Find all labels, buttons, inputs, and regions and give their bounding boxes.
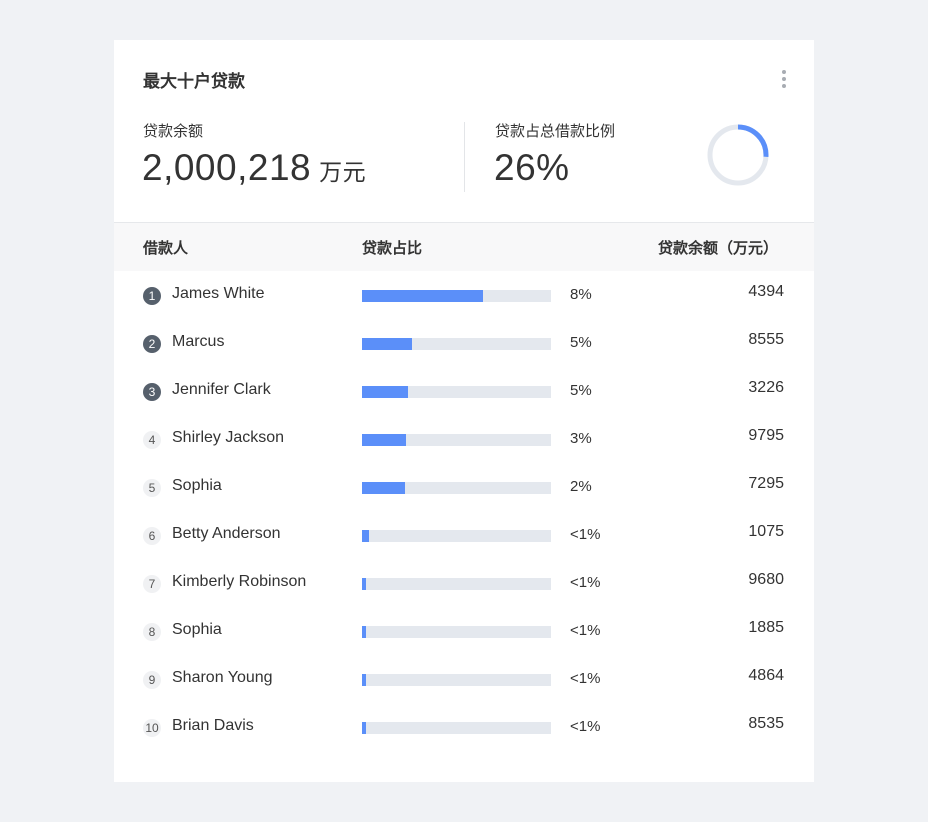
borrower-name: Shirley Jackson <box>172 429 285 446</box>
share-percent: 3% <box>570 430 592 447</box>
balance-label: 贷款余额 <box>143 123 204 140</box>
loan-amount: 7295 <box>748 475 784 492</box>
borrower-name: Kimberly Robinson <box>172 573 307 590</box>
ratio-donut-chart <box>707 124 769 186</box>
share-bar-track <box>362 626 551 638</box>
borrower-name: Sharon Young <box>172 669 273 686</box>
borrower-name: Sophia <box>172 477 222 494</box>
loan-amount: 9680 <box>748 571 784 588</box>
share-bar-fill <box>362 578 366 590</box>
share-bar-track <box>362 530 551 542</box>
rank-badge: 4 <box>143 431 161 449</box>
table-row: 10 Brian Davis <1% 8535 <box>114 703 814 751</box>
table-header: 借款人 贷款占比 贷款余额（万元） <box>114 222 814 271</box>
borrower-name: Marcus <box>172 333 225 350</box>
loan-amount: 8535 <box>748 715 784 732</box>
loan-amount: 3226 <box>748 379 784 396</box>
borrower-name: Sophia <box>172 621 222 638</box>
share-percent: 5% <box>570 334 592 351</box>
share-bar-fill <box>362 290 483 302</box>
table-row: 8 Sophia <1% 1885 <box>114 607 814 655</box>
share-percent: <1% <box>570 526 601 543</box>
share-percent: 2% <box>570 478 592 495</box>
share-percent: <1% <box>570 622 601 639</box>
more-vertical-icon[interactable] <box>780 68 788 90</box>
share-bar-track <box>362 434 551 446</box>
share-bar-fill <box>362 386 409 398</box>
share-percent: <1% <box>570 574 601 591</box>
share-percent: 5% <box>570 382 592 399</box>
header-amount: 贷款余额（万元） <box>657 240 778 257</box>
share-percent: 8% <box>570 286 592 303</box>
share-bar-fill <box>362 530 369 542</box>
ratio-label: 贷款占总借款比例 <box>495 123 616 140</box>
loan-amount: 8555 <box>748 331 784 348</box>
share-bar-track <box>362 338 551 350</box>
share-bar-fill <box>362 722 366 734</box>
share-bar-fill <box>362 338 413 350</box>
share-percent: <1% <box>570 718 601 735</box>
card-title: 最大十户贷款 <box>143 72 245 91</box>
balance-value: 2,000,218 <box>142 147 312 188</box>
rank-badge: 10 <box>143 719 161 737</box>
share-bar-fill <box>362 482 405 494</box>
share-bar-track <box>362 482 551 494</box>
table-row: 9 Sharon Young <1% 4864 <box>114 655 814 703</box>
header-borrower: 借款人 <box>143 240 189 257</box>
table-row: 7 Kimberly Robinson <1% 9680 <box>114 559 814 607</box>
top-ten-loans-card: 最大十户贷款 贷款余额 2,000,218 万元 贷款占总借款比例 26% 借款人… <box>114 40 814 782</box>
rank-badge: 7 <box>143 575 161 593</box>
loan-amount: 4394 <box>748 283 784 300</box>
header-share: 贷款占比 <box>362 240 423 257</box>
rank-badge: 2 <box>143 335 161 353</box>
loan-amount: 1075 <box>748 523 784 540</box>
ratio-value: 26% <box>494 147 570 188</box>
table-row: 6 Betty Anderson <1% 1075 <box>114 511 814 559</box>
share-bar-track <box>362 674 551 686</box>
borrower-name: James White <box>172 285 265 302</box>
table-row: 1 James White 8% 4394 <box>114 271 814 319</box>
borrower-name: Brian Davis <box>172 717 254 734</box>
share-bar-track <box>362 578 551 590</box>
loan-amount: 9795 <box>748 427 784 444</box>
rank-badge: 6 <box>143 527 161 545</box>
balance-unit: 万元 <box>319 159 367 185</box>
share-percent: <1% <box>570 670 601 687</box>
loan-amount: 4864 <box>748 667 784 684</box>
balance-value-group: 2,000,218 万元 <box>142 147 366 189</box>
table-row: 5 Sophia 2% 7295 <box>114 463 814 511</box>
table-row: 2 Marcus 5% 8555 <box>114 319 814 367</box>
share-bar-fill <box>362 626 366 638</box>
loan-amount: 1885 <box>748 619 784 636</box>
share-bar-fill <box>362 674 366 686</box>
share-bar-track <box>362 386 551 398</box>
rank-badge: 9 <box>143 671 161 689</box>
table-row: 4 Shirley Jackson 3% 9795 <box>114 415 814 463</box>
rank-badge: 8 <box>143 623 161 641</box>
borrower-name: Jennifer Clark <box>172 381 271 398</box>
rank-badge: 3 <box>143 383 161 401</box>
borrower-name: Betty Anderson <box>172 525 281 542</box>
rank-badge: 5 <box>143 479 161 497</box>
table-row: 3 Jennifer Clark 5% 3226 <box>114 367 814 415</box>
share-bar-fill <box>362 434 407 446</box>
share-bar-track <box>362 290 551 302</box>
stats-divider <box>464 122 465 192</box>
share-bar-track <box>362 722 551 734</box>
rank-badge: 1 <box>143 287 161 305</box>
